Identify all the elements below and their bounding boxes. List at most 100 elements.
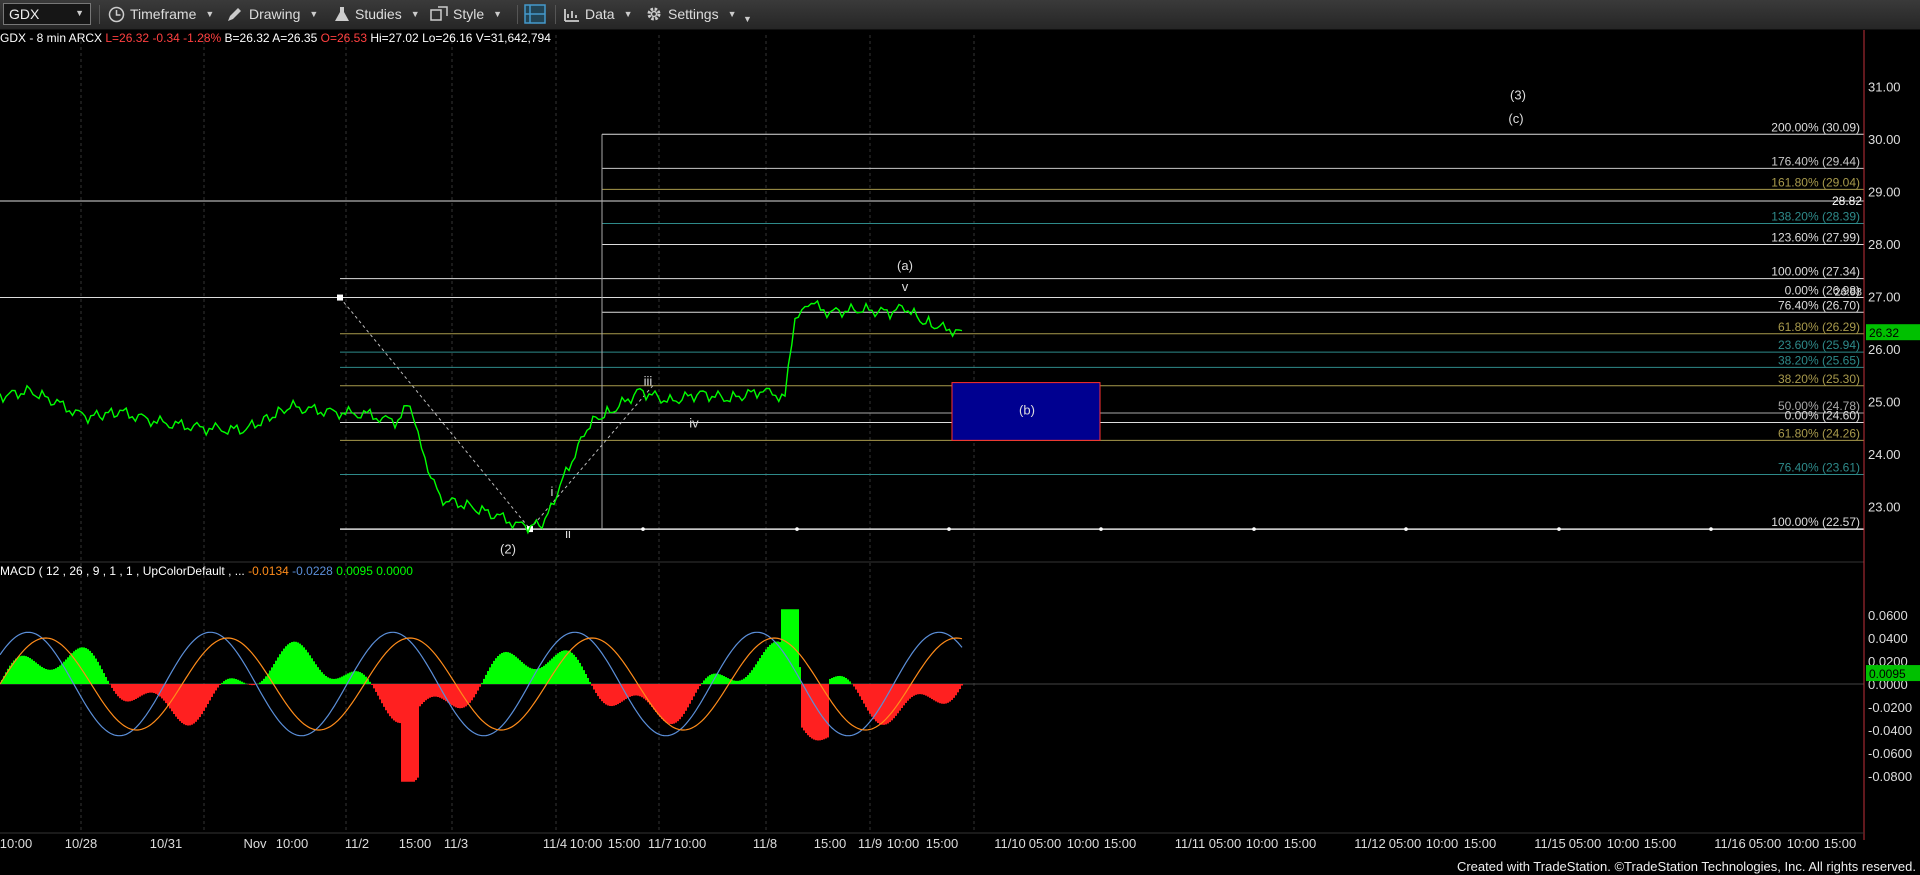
volume: V=31,642,794 <box>475 31 551 45</box>
time-axis-label: 15:00 <box>1824 836 1857 851</box>
time-axis-label: 10:00 <box>0 836 32 851</box>
fib-level-label: 138.20% (28.39) <box>1771 210 1860 224</box>
time-axis-label: 10:00 <box>1067 836 1100 851</box>
fib-level-label: 100.00% (27.34) <box>1771 265 1860 279</box>
time-axis-label: 05:00 <box>1569 836 1602 851</box>
last-price-tag: 26.32 <box>1869 326 1899 340</box>
time-axis-label: 11/10 <box>994 836 1026 851</box>
price-series <box>0 299 963 535</box>
time-axis-label: 11/11 <box>1175 836 1206 851</box>
time-marker-dot <box>1252 527 1256 531</box>
symbol-value: GDX <box>9 6 40 22</box>
style-icon <box>430 5 448 21</box>
time-marker-dot <box>795 527 799 531</box>
settings-label: Settings <box>668 6 719 22</box>
fib-level-label: 123.60% (27.99) <box>1771 231 1860 245</box>
layout-button[interactable] <box>524 3 551 25</box>
time-axis-label: 10/28 <box>65 836 98 851</box>
price-tick-label: 26.00 <box>1868 342 1901 357</box>
wave-label: iii <box>644 374 653 389</box>
wave-label: (a) <box>897 258 913 273</box>
macd-avg-value: -0.0228 <box>292 564 333 578</box>
time-axis-label: 15:00 <box>608 836 641 851</box>
anchor-handle <box>337 294 343 301</box>
studies-label: Studies <box>355 6 402 22</box>
fib-level-label: 61.80% (26.29) <box>1778 320 1860 334</box>
percent-change: -1.28% <box>183 31 222 45</box>
fib-level-label: 23.60% (25.94) <box>1778 338 1860 352</box>
time-marker-dot <box>641 527 645 531</box>
open-price: O=26.53 <box>320 31 367 45</box>
time-axis-label: 11/12 <box>1354 836 1386 851</box>
footer-credit: Created with TradeStation. ©TradeStation… <box>1456 859 1916 874</box>
wave-labels: (3)(c)(a)viiiiviii(2)(b) <box>500 87 1526 556</box>
time-axis-label: 05:00 <box>1209 836 1242 851</box>
time-marker-dot <box>1557 527 1561 531</box>
data-button[interactable]: Data ▼ <box>563 3 633 25</box>
timeframe-button[interactable]: Timeframe ▼ <box>108 3 214 25</box>
fib-level-label: 200.00% (30.09) <box>1771 120 1860 134</box>
clock-icon <box>108 6 125 22</box>
toolbar-overflow-button[interactable]: ▼ <box>743 8 752 30</box>
layout-icon <box>524 4 546 24</box>
last-price: L=26.32 <box>105 31 150 45</box>
drawing-label: Drawing <box>249 6 301 22</box>
time-axis-label: 15:00 <box>1644 836 1677 851</box>
macd-tick-label: -0.0800 <box>1868 769 1912 784</box>
flask-icon <box>335 6 349 21</box>
time-axis-label: 15:00 <box>399 836 432 851</box>
timeframe-label: Timeframe <box>130 6 197 22</box>
fib-level-label: 38.20% (25.30) <box>1778 372 1860 386</box>
chart-title: GDX - 8 min ARCX <box>0 31 103 45</box>
wave-label: iv <box>689 416 699 431</box>
price-tick-label: 27.00 <box>1868 290 1901 305</box>
low-price: Lo=26.16 <box>422 31 473 45</box>
time-axis-label: 11/2 <box>345 836 369 851</box>
price-info-bar: GDX - 8 min ARCX L=26.32 -0.34 -1.28% B=… <box>0 31 551 45</box>
bid-price: B=26.32 <box>224 31 270 45</box>
macd-tick-label: 0.0400 <box>1868 631 1908 646</box>
macd-tick-label: 0.0600 <box>1868 608 1908 623</box>
chevron-down-icon: ▼ <box>623 9 633 19</box>
fib-level-label: 61.80% (24.26) <box>1778 426 1860 440</box>
fib-level-label: 0.00% (24.60) <box>1785 409 1860 423</box>
symbol-input[interactable]: GDX ▼ <box>3 3 91 25</box>
pencil-icon <box>228 7 241 21</box>
macd-title: MACD ( 12 , 26 , 9 , 1 , 1 , UpColorDefa… <box>0 564 245 578</box>
price-tick-label: 31.00 <box>1868 80 1901 95</box>
time-axis-label: 10:00 <box>674 836 707 851</box>
time-axis-label: 15:00 <box>926 836 959 851</box>
chevron-down-icon[interactable]: ▼ <box>75 8 84 18</box>
style-button[interactable]: Style ▼ <box>430 3 502 25</box>
studies-button[interactable]: Studies ▼ <box>334 3 420 25</box>
drawing-button[interactable]: Drawing ▼ <box>226 3 318 25</box>
chart-canvas[interactable]: 200.00% (30.09) 176.40% (29.44) 161.80% (2… <box>0 0 1920 875</box>
time-marker-dot <box>1404 527 1408 531</box>
time-axis-label: 15:00 <box>814 836 847 851</box>
time-axis-label: 10:00 <box>1607 836 1640 851</box>
settings-button[interactable]: Settings ▼ <box>645 3 737 25</box>
macd-tick-label: -0.0400 <box>1868 723 1912 738</box>
time-axis-label: 05:00 <box>1389 836 1422 851</box>
time-axis-label: 15:00 <box>1284 836 1317 851</box>
time-axis-label: 11/8 <box>753 836 777 851</box>
fib-level-label: 76.40% (23.61) <box>1778 460 1860 474</box>
macd-current-tag: 0.0095 <box>1869 667 1906 681</box>
time-axis-label: 15:00 <box>1104 836 1137 851</box>
macd-info-bar: MACD ( 12 , 26 , 9 , 1 , 1 , UpColorDefa… <box>0 564 413 578</box>
zero-line-value: 0.0000 <box>376 564 413 578</box>
macd-panel <box>0 609 1864 782</box>
wave-label: i <box>551 484 554 499</box>
time-axis-label: 10/31 <box>150 836 183 851</box>
price-line <box>0 299 963 535</box>
chevron-down-icon: ▼ <box>727 9 737 19</box>
macd-tick-label: -0.0600 <box>1868 746 1912 761</box>
chevron-down-icon: ▼ <box>743 14 752 24</box>
time-axis-label: 05:00 <box>1749 836 1782 851</box>
price-tick-label: 30.00 <box>1868 132 1901 147</box>
toolbar: GDX ▼ Timeframe ▼ Drawing ▼ Studies ▼ Style ▼… <box>0 0 1920 30</box>
wave-label: (b) <box>1019 402 1035 417</box>
gear-icon <box>647 7 661 21</box>
macd-diff-value: 0.0095 <box>336 564 373 578</box>
macd-value: -0.0134 <box>248 564 289 578</box>
